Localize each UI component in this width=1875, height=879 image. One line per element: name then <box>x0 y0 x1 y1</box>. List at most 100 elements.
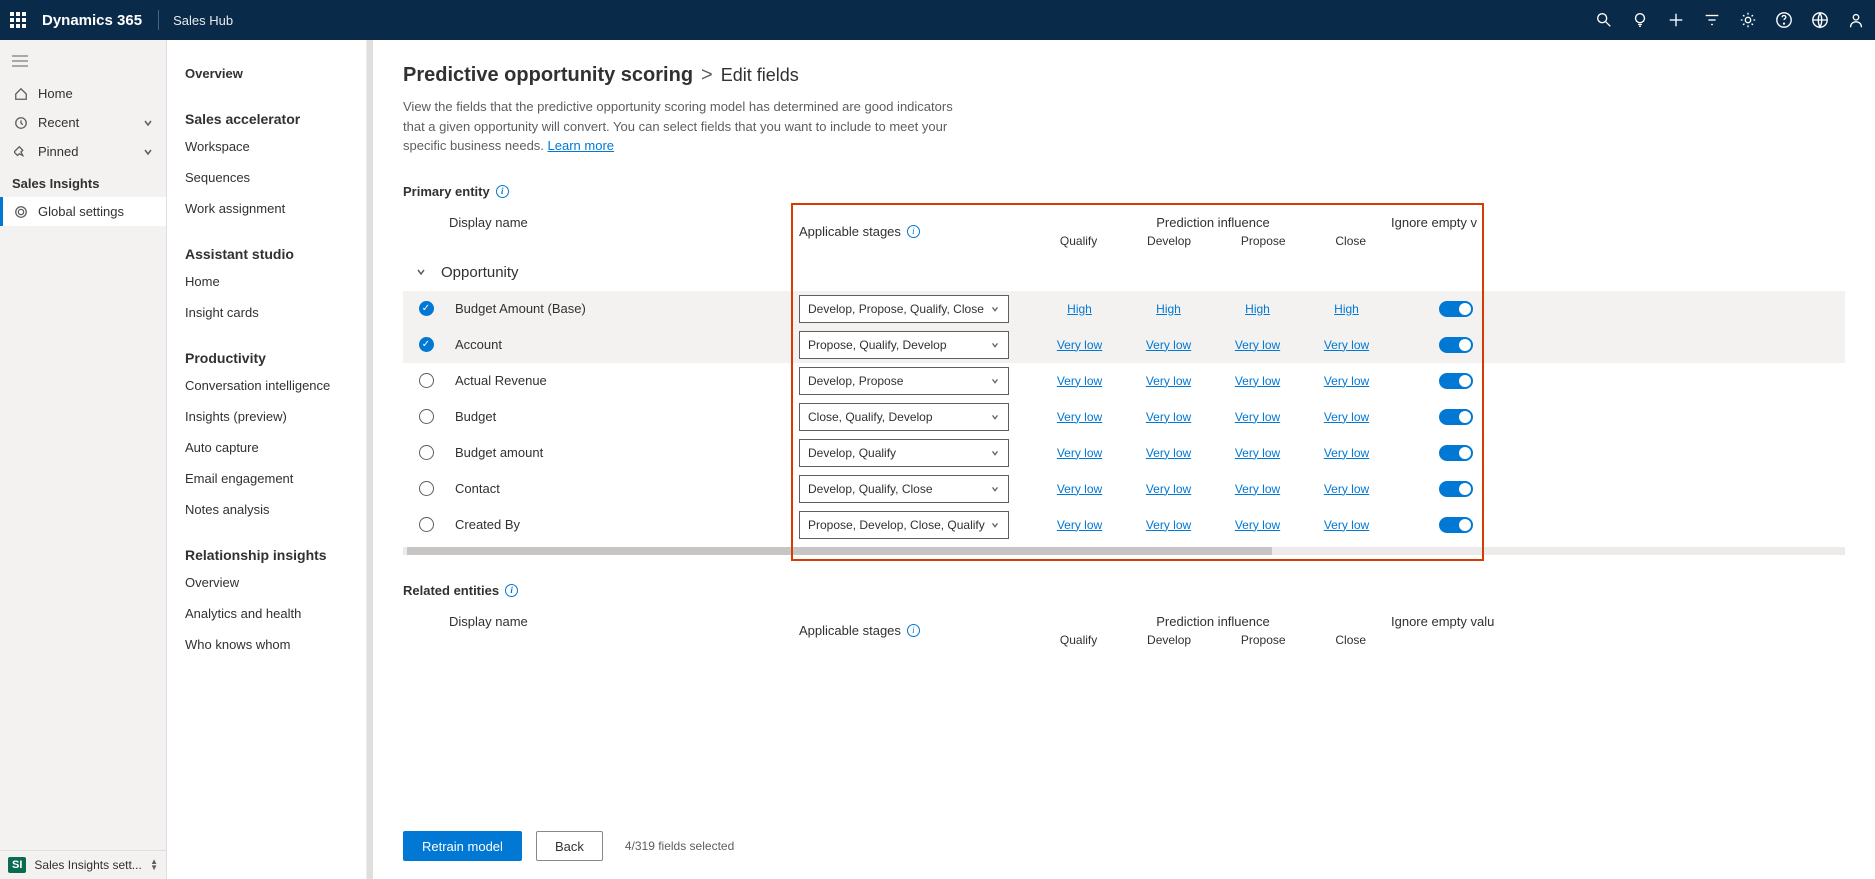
prediction-link[interactable]: Very low <box>1057 374 1102 388</box>
ignore-empty-toggle[interactable] <box>1439 373 1473 389</box>
back-button[interactable]: Back <box>536 831 603 861</box>
stages-dropdown[interactable]: Propose, Qualify, Develop <box>799 331 1009 359</box>
row-select-radio[interactable] <box>419 301 434 316</box>
row-select-radio[interactable] <box>419 337 434 352</box>
prediction-link[interactable]: Very low <box>1146 482 1191 496</box>
prediction-link[interactable]: Very low <box>1146 446 1191 460</box>
left-nav: Home Recent Pinned Sales Insights Global… <box>0 40 167 879</box>
ignore-empty-toggle[interactable] <box>1439 481 1473 497</box>
prediction-link[interactable]: Very low <box>1146 374 1191 388</box>
prediction-link[interactable]: Very low <box>1057 338 1102 352</box>
prediction-link[interactable]: Very low <box>1324 518 1369 532</box>
subnav-conversation-intelligence[interactable]: Conversation intelligence <box>185 370 356 401</box>
plus-icon[interactable] <box>1667 11 1685 29</box>
nav-footer-area-switcher[interactable]: SI Sales Insights sett... ▲▼ <box>0 850 166 879</box>
subnav-group-productivity: Productivity <box>185 350 356 366</box>
prediction-link[interactable]: Very low <box>1146 518 1191 532</box>
subnav-sequences[interactable]: Sequences <box>185 162 356 193</box>
prediction-link[interactable]: Very low <box>1235 446 1280 460</box>
subnav-ri-overview[interactable]: Overview <box>185 567 356 598</box>
prediction-link[interactable]: Very low <box>1057 518 1102 532</box>
prediction-link[interactable]: Very low <box>1235 338 1280 352</box>
subnav-work-assignment[interactable]: Work assignment <box>185 193 356 224</box>
prediction-link[interactable]: High <box>1245 302 1270 316</box>
prediction-link[interactable]: Very low <box>1324 410 1369 424</box>
row-select-radio[interactable] <box>419 481 434 496</box>
prediction-link[interactable]: Very low <box>1324 482 1369 496</box>
app-launcher-icon[interactable] <box>10 12 26 28</box>
table-row: Contact Develop, Qualify, Close Very low… <box>403 471 1845 507</box>
nav-recent[interactable]: Recent <box>0 108 166 137</box>
stages-dropdown[interactable]: Close, Qualify, Develop <box>799 403 1009 431</box>
help-icon[interactable] <box>1775 11 1793 29</box>
row-select-radio[interactable] <box>419 409 434 424</box>
stages-dropdown[interactable]: Develop, Qualify, Close <box>799 475 1009 503</box>
subnav-analytics-and-health[interactable]: Analytics and health <box>185 598 356 629</box>
stages-dropdown[interactable]: Propose, Develop, Close, Qualify <box>799 511 1009 539</box>
horizontal-scrollbar[interactable] <box>403 547 1845 555</box>
subnav-auto-capture[interactable]: Auto capture <box>185 432 356 463</box>
prediction-link[interactable]: Very low <box>1235 482 1280 496</box>
stages-dropdown[interactable]: Develop, Propose <box>799 367 1009 395</box>
prediction-link[interactable]: Very low <box>1324 338 1369 352</box>
nav-pinned[interactable]: Pinned <box>0 137 166 166</box>
stages-dropdown[interactable]: Develop, Qualify <box>799 439 1009 467</box>
group-opportunity[interactable]: Opportunity <box>403 254 1845 291</box>
subnav-insight-cards[interactable]: Insight cards <box>185 297 356 328</box>
subnav-workspace[interactable]: Workspace <box>185 131 356 162</box>
subnav-notes-analysis[interactable]: Notes analysis <box>185 494 356 525</box>
field-name: Budget amount <box>449 445 799 460</box>
col-applicable-stages: Applicable stagesi <box>799 614 1035 647</box>
chevron-down-icon <box>990 412 1000 422</box>
prediction-link[interactable]: Very low <box>1235 410 1280 424</box>
person-icon[interactable] <box>1847 11 1865 29</box>
col-prediction-influence: Prediction influence <box>1035 215 1391 230</box>
info-icon[interactable]: i <box>907 624 920 637</box>
info-icon[interactable]: i <box>907 225 920 238</box>
nav-global-settings[interactable]: Global settings <box>0 197 166 226</box>
prediction-link[interactable]: Very low <box>1057 446 1102 460</box>
ignore-empty-toggle[interactable] <box>1439 517 1473 533</box>
info-icon[interactable]: i <box>496 185 509 198</box>
nav-home[interactable]: Home <box>0 79 166 108</box>
ignore-empty-toggle[interactable] <box>1439 409 1473 425</box>
row-select-radio[interactable] <box>419 517 434 532</box>
ignore-empty-toggle[interactable] <box>1439 445 1473 461</box>
nav-section-sales-insights: Sales Insights <box>0 166 166 197</box>
prediction-link[interactable]: Very low <box>1057 410 1102 424</box>
retrain-model-button[interactable]: Retrain model <box>403 831 522 861</box>
prediction-link[interactable]: High <box>1156 302 1181 316</box>
col-display-name: Display name <box>449 614 799 647</box>
prediction-link[interactable]: High <box>1334 302 1359 316</box>
info-icon[interactable]: i <box>505 584 518 597</box>
chevron-down-icon <box>142 146 154 158</box>
subnav-overview[interactable]: Overview <box>185 58 356 89</box>
row-select-radio[interactable] <box>419 445 434 460</box>
table-row: Budget Amount (Base) Develop, Propose, Q… <box>403 291 1845 327</box>
learn-more-link[interactable]: Learn more <box>548 138 614 153</box>
ignore-empty-toggle[interactable] <box>1439 337 1473 353</box>
subnav-insights-preview[interactable]: Insights (preview) <box>185 401 356 432</box>
updown-icon: ▲▼ <box>150 859 158 871</box>
grid-icon[interactable] <box>1811 11 1829 29</box>
prediction-link[interactable]: Very low <box>1324 446 1369 460</box>
col-prediction-influence: Prediction influence <box>1035 614 1391 629</box>
ignore-empty-toggle[interactable] <box>1439 301 1473 317</box>
gear-icon[interactable] <box>1739 11 1757 29</box>
prediction-link[interactable]: Very low <box>1057 482 1102 496</box>
subnav-assistant-home[interactable]: Home <box>185 266 356 297</box>
stages-dropdown[interactable]: Develop, Propose, Qualify, Close <box>799 295 1009 323</box>
prediction-link[interactable]: Very low <box>1146 338 1191 352</box>
search-icon[interactable] <box>1595 11 1613 29</box>
prediction-link[interactable]: High <box>1067 302 1092 316</box>
prediction-link[interactable]: Very low <box>1146 410 1191 424</box>
prediction-link[interactable]: Very low <box>1324 374 1369 388</box>
filter-icon[interactable] <box>1703 11 1721 29</box>
prediction-link[interactable]: Very low <box>1235 374 1280 388</box>
lightbulb-icon[interactable] <box>1631 11 1649 29</box>
prediction-link[interactable]: Very low <box>1235 518 1280 532</box>
subnav-email-engagement[interactable]: Email engagement <box>185 463 356 494</box>
row-select-radio[interactable] <box>419 373 434 388</box>
hamburger-icon[interactable] <box>0 46 166 79</box>
subnav-who-knows-whom[interactable]: Who knows whom <box>185 629 356 660</box>
